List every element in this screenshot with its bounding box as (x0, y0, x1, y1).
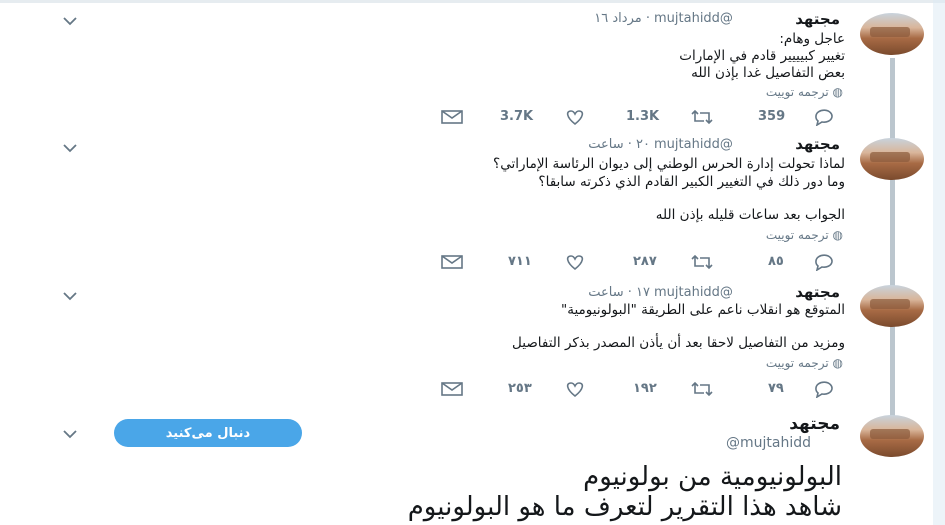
tweet-text-line: لماذا تحولت إدارة الحرس الوطني إلى ديوان… (493, 156, 845, 172)
tweet-text-line: ومزيد من التفاصيل لاحقا بعد أن يأذن المص… (512, 335, 845, 351)
chevron-down-icon[interactable] (62, 142, 78, 154)
tweet-text-line: عاجل وهام: (779, 31, 845, 47)
author-name[interactable]: مجتهد (795, 283, 840, 301)
globe-icon: ◍ (828, 228, 843, 242)
author-handle[interactable]: @mujtahidd (726, 435, 811, 451)
reply-count: ٧٩ (768, 381, 784, 396)
author-name[interactable]: مجتهد (795, 10, 840, 28)
tweet-text-line: المتوقع هو انقلاب ناعم على الطريقة "البو… (561, 302, 845, 318)
author-handle[interactable]: mujtahidd@ (654, 285, 733, 300)
retweet-count: ٢٨٧ (633, 254, 657, 269)
chevron-down-icon[interactable] (62, 15, 78, 27)
author-handle[interactable]: mujtahidd@ (654, 137, 733, 152)
tweet-text-line: وما دور ذلك في التغيير الكبير القادم الذ… (538, 174, 845, 190)
avatar[interactable] (860, 285, 924, 327)
reply-icon[interactable] (812, 380, 836, 398)
author-name[interactable]: مجتهد (789, 414, 840, 434)
retweet-count: 1.3K (626, 109, 660, 124)
featured-text-line: البولونيومية من بولونيوم (583, 462, 842, 492)
reply-icon[interactable] (812, 108, 836, 126)
retweet-count: ١٩٢ (633, 381, 657, 396)
reply-icon[interactable] (812, 253, 836, 271)
avatar[interactable] (860, 415, 924, 457)
reply-count: ٨٥ (768, 254, 784, 269)
tweet-timestamp[interactable]: · مرداد ١٦ (555, 11, 650, 26)
retweet-icon[interactable] (690, 380, 714, 398)
translate-tweet-link[interactable]: ◍ ترجمه توییت (766, 356, 843, 370)
retweet-icon[interactable] (690, 108, 714, 126)
heart-icon[interactable] (563, 253, 587, 271)
avatar[interactable] (860, 138, 924, 180)
reply-count: 359 (758, 109, 786, 124)
heart-icon[interactable] (563, 380, 587, 398)
retweet-icon[interactable] (690, 253, 714, 271)
translate-tweet-link[interactable]: ◍ ترجمه توییت (766, 85, 843, 99)
avatar[interactable] (860, 13, 924, 55)
chevron-down-icon[interactable] (62, 290, 78, 302)
tweet-text-line: بعض التفاصيل غدا بإذن الله (691, 65, 845, 81)
like-count: ٢٥٣ (508, 381, 532, 396)
translate-label: ترجمه توییت (765, 85, 829, 99)
featured-text-line: شاهد هذا التقرير لتعرف ما هو البولونيوم (407, 492, 842, 522)
translate-label: ترجمه توییت (765, 356, 829, 370)
globe-icon: ◍ (828, 85, 843, 99)
globe-icon: ◍ (828, 356, 843, 370)
following-button[interactable]: دنبال می‌کنید (114, 419, 302, 447)
tweet-text-line: الجواب بعد ساعات قليله بإذن الله (655, 207, 845, 223)
envelope-icon[interactable] (440, 253, 464, 271)
translate-label: ترجمه توییت (765, 228, 829, 242)
author-handle[interactable]: mujtahidd@ (654, 11, 733, 26)
top-divider (0, 0, 945, 3)
author-name[interactable]: مجتهد (795, 135, 840, 153)
tweet-timestamp[interactable]: ۱۷ · ساعت (555, 285, 650, 300)
like-count: 3.7K (500, 109, 534, 124)
tweet-text-line: تغيير كبيييير قادم في الإمارات (679, 48, 845, 64)
heart-icon[interactable] (563, 108, 587, 126)
envelope-icon[interactable] (440, 108, 464, 126)
scroll-edge (933, 0, 945, 525)
envelope-icon[interactable] (440, 380, 464, 398)
translate-tweet-link[interactable]: ◍ ترجمه توییت (766, 228, 843, 242)
chevron-down-icon[interactable] (62, 428, 78, 440)
thread-connector-line (890, 58, 895, 418)
tweet-timestamp[interactable]: ۲۰ · ساعت (555, 137, 650, 152)
like-count: ٧١١ (508, 254, 532, 269)
